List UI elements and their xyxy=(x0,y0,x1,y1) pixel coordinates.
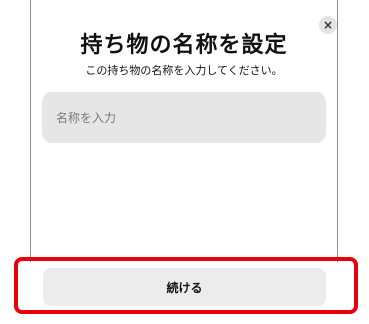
screen: × 持ち物の名称を設定 この持ち物の名称を入力してください。 続ける xyxy=(0,0,369,324)
dialog-title: 持ち物の名称を設定 xyxy=(80,33,288,58)
item-name-input[interactable] xyxy=(42,92,326,143)
dialog-subtitle: この持ち物の名称を入力してください。 xyxy=(85,64,283,77)
continue-button[interactable]: 続ける xyxy=(43,268,326,306)
